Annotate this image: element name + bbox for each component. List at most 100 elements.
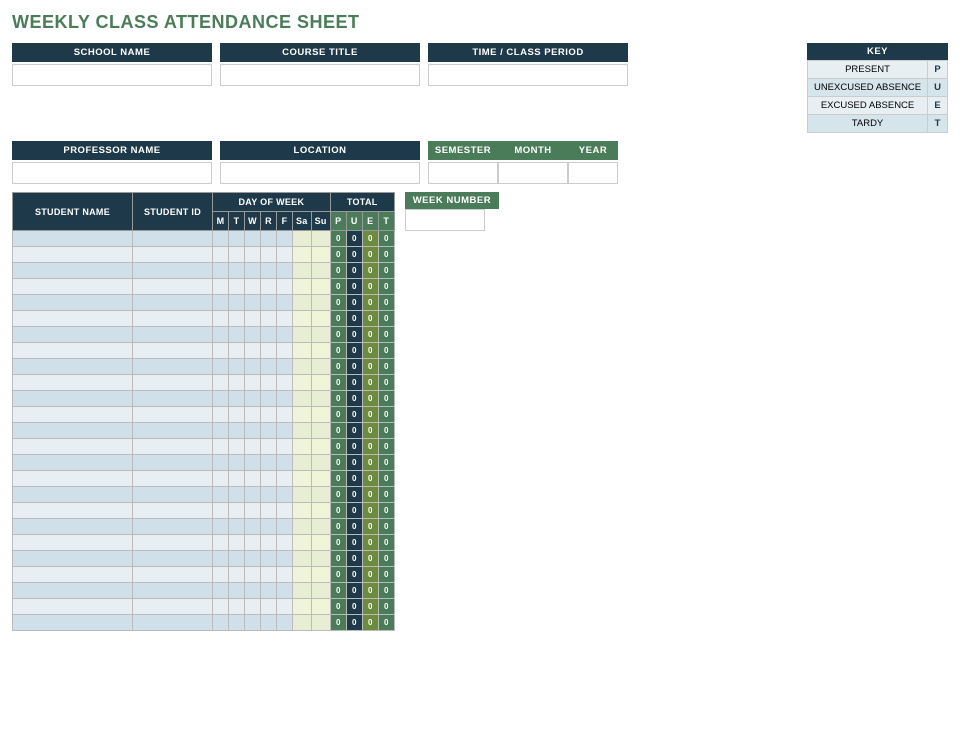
day-cell[interactable] — [213, 407, 229, 423]
student-name-cell[interactable] — [13, 391, 133, 407]
student-name-cell[interactable] — [13, 471, 133, 487]
day-cell[interactable] — [245, 391, 261, 407]
day-cell[interactable] — [277, 423, 293, 439]
weekend-day-cell[interactable] — [311, 551, 330, 567]
weekend-day-cell[interactable] — [311, 295, 330, 311]
weekend-day-cell[interactable] — [311, 567, 330, 583]
day-cell[interactable] — [229, 327, 245, 343]
day-cell[interactable] — [213, 471, 229, 487]
day-cell[interactable] — [245, 375, 261, 391]
weekend-day-cell[interactable] — [311, 327, 330, 343]
student-name-cell[interactable] — [13, 535, 133, 551]
day-cell[interactable] — [229, 551, 245, 567]
student-name-cell[interactable] — [13, 231, 133, 247]
student-name-cell[interactable] — [13, 407, 133, 423]
student-name-cell[interactable] — [13, 359, 133, 375]
weekend-day-cell[interactable] — [311, 519, 330, 535]
student-name-cell[interactable] — [13, 455, 133, 471]
student-name-cell[interactable] — [13, 567, 133, 583]
day-cell[interactable] — [213, 375, 229, 391]
student-name-cell[interactable] — [13, 583, 133, 599]
student-id-cell[interactable] — [133, 327, 213, 343]
day-cell[interactable] — [277, 231, 293, 247]
day-cell[interactable] — [213, 455, 229, 471]
course-title-input[interactable] — [220, 64, 420, 86]
day-cell[interactable] — [261, 391, 277, 407]
student-id-cell[interactable] — [133, 519, 213, 535]
student-name-cell[interactable] — [13, 343, 133, 359]
day-cell[interactable] — [277, 375, 293, 391]
day-cell[interactable] — [261, 343, 277, 359]
day-cell[interactable] — [245, 231, 261, 247]
weekend-day-cell[interactable] — [293, 263, 312, 279]
day-cell[interactable] — [213, 487, 229, 503]
day-cell[interactable] — [277, 311, 293, 327]
weekend-day-cell[interactable] — [293, 567, 312, 583]
weekend-day-cell[interactable] — [311, 471, 330, 487]
day-cell[interactable] — [261, 535, 277, 551]
student-id-cell[interactable] — [133, 439, 213, 455]
day-cell[interactable] — [277, 551, 293, 567]
day-cell[interactable] — [261, 279, 277, 295]
weekend-day-cell[interactable] — [311, 247, 330, 263]
day-cell[interactable] — [277, 407, 293, 423]
day-cell[interactable] — [261, 407, 277, 423]
day-cell[interactable] — [213, 535, 229, 551]
weekend-day-cell[interactable] — [293, 407, 312, 423]
student-name-cell[interactable] — [13, 423, 133, 439]
day-cell[interactable] — [229, 599, 245, 615]
day-cell[interactable] — [261, 599, 277, 615]
day-cell[interactable] — [261, 231, 277, 247]
day-cell[interactable] — [229, 503, 245, 519]
day-cell[interactable] — [245, 359, 261, 375]
student-name-cell[interactable] — [13, 263, 133, 279]
day-cell[interactable] — [245, 295, 261, 311]
student-id-cell[interactable] — [133, 503, 213, 519]
day-cell[interactable] — [277, 343, 293, 359]
weekend-day-cell[interactable] — [311, 279, 330, 295]
day-cell[interactable] — [277, 567, 293, 583]
weekend-day-cell[interactable] — [293, 391, 312, 407]
weekend-day-cell[interactable] — [311, 535, 330, 551]
day-cell[interactable] — [213, 231, 229, 247]
day-cell[interactable] — [245, 407, 261, 423]
day-cell[interactable] — [213, 263, 229, 279]
day-cell[interactable] — [261, 519, 277, 535]
day-cell[interactable] — [261, 375, 277, 391]
day-cell[interactable] — [277, 471, 293, 487]
day-cell[interactable] — [229, 247, 245, 263]
day-cell[interactable] — [229, 391, 245, 407]
student-name-cell[interactable] — [13, 615, 133, 631]
student-id-cell[interactable] — [133, 615, 213, 631]
day-cell[interactable] — [261, 583, 277, 599]
student-name-cell[interactable] — [13, 599, 133, 615]
weekend-day-cell[interactable] — [293, 535, 312, 551]
day-cell[interactable] — [229, 343, 245, 359]
day-cell[interactable] — [261, 455, 277, 471]
day-cell[interactable] — [261, 615, 277, 631]
day-cell[interactable] — [245, 487, 261, 503]
weekend-day-cell[interactable] — [293, 279, 312, 295]
weekend-day-cell[interactable] — [293, 519, 312, 535]
day-cell[interactable] — [213, 599, 229, 615]
day-cell[interactable] — [277, 391, 293, 407]
day-cell[interactable] — [213, 503, 229, 519]
weekend-day-cell[interactable] — [311, 583, 330, 599]
day-cell[interactable] — [213, 423, 229, 439]
day-cell[interactable] — [229, 263, 245, 279]
time-class-input[interactable] — [428, 64, 628, 86]
weekend-day-cell[interactable] — [293, 615, 312, 631]
weekend-day-cell[interactable] — [293, 439, 312, 455]
month-input[interactable] — [498, 162, 568, 184]
student-name-cell[interactable] — [13, 327, 133, 343]
weekend-day-cell[interactable] — [311, 487, 330, 503]
location-input[interactable] — [220, 162, 420, 184]
day-cell[interactable] — [245, 279, 261, 295]
week-number-input[interactable] — [405, 209, 485, 231]
student-id-cell[interactable] — [133, 311, 213, 327]
day-cell[interactable] — [245, 471, 261, 487]
day-cell[interactable] — [229, 295, 245, 311]
student-id-cell[interactable] — [133, 343, 213, 359]
weekend-day-cell[interactable] — [293, 599, 312, 615]
day-cell[interactable] — [229, 311, 245, 327]
